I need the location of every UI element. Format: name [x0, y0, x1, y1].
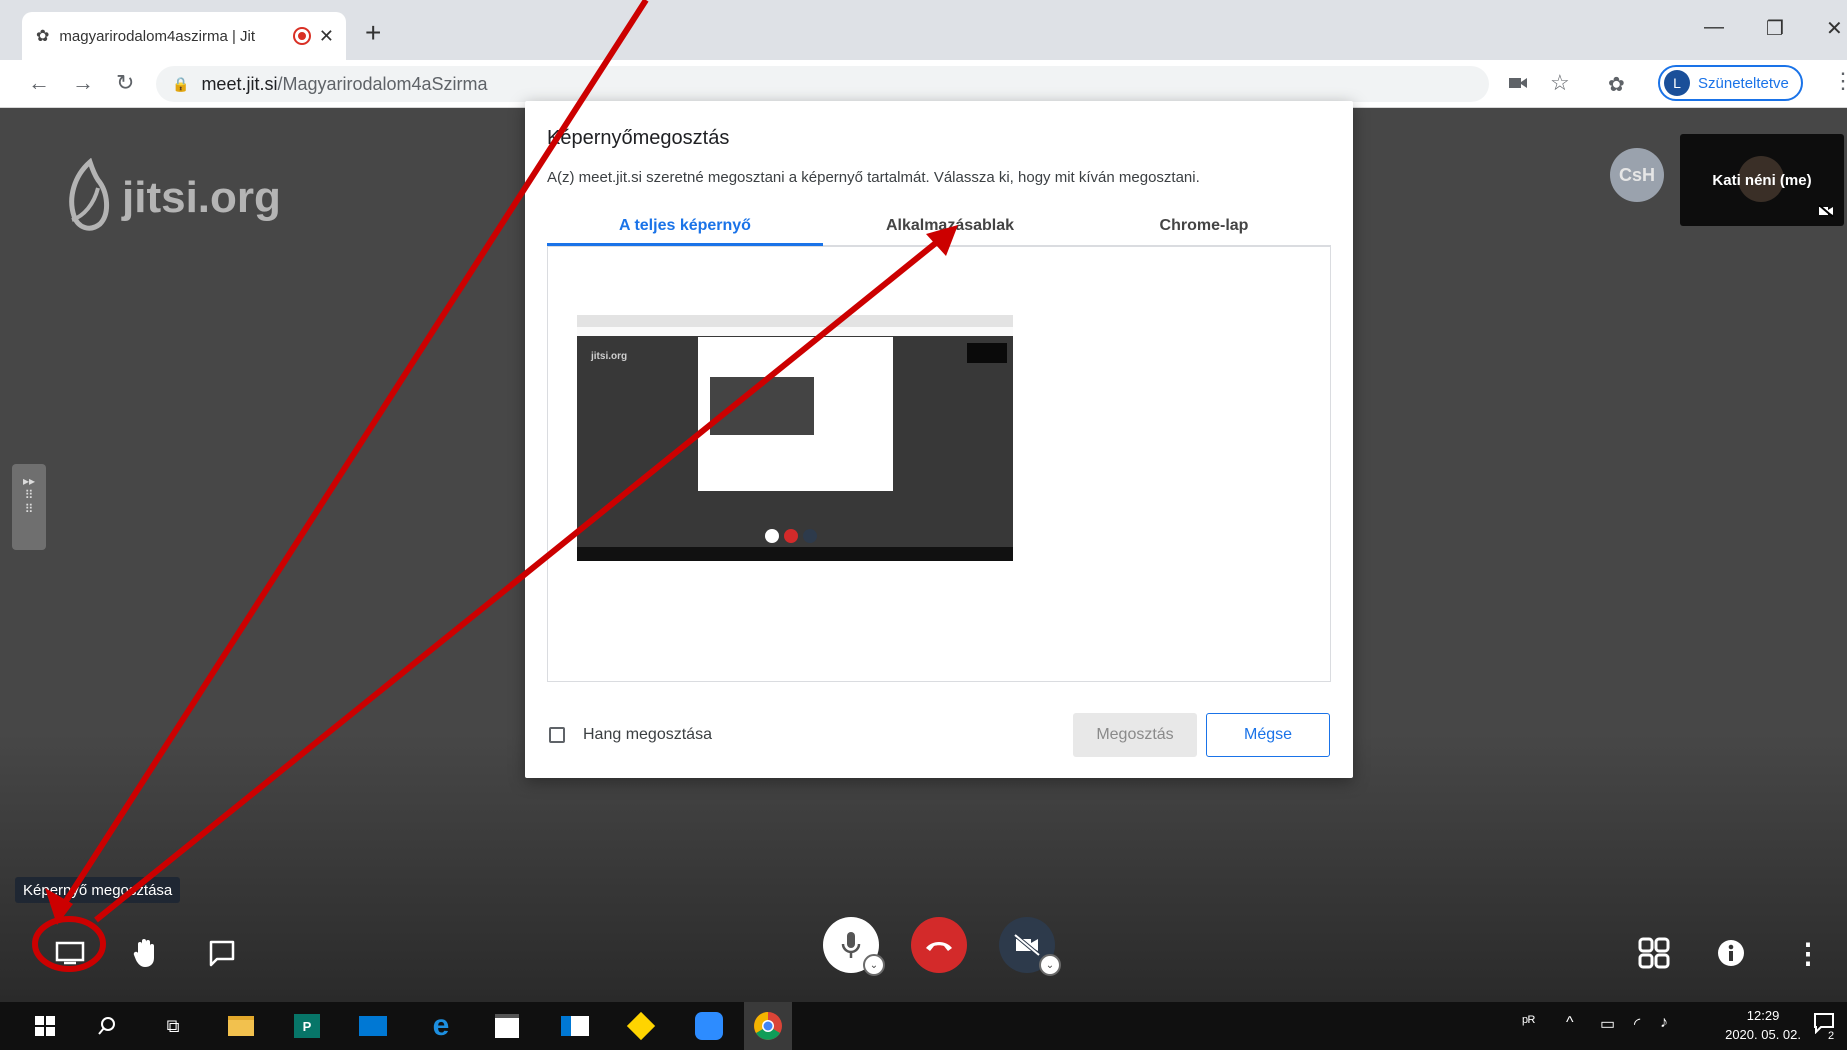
dialog-title: Képernyőmegosztás	[547, 127, 730, 149]
screen-share-dialog: Képernyőmegosztás A(z) meet.jit.si szere…	[525, 101, 1353, 778]
url-path: /Magyarirodalom4aSzirma	[277, 73, 488, 94]
cancel-button[interactable]: Mégse	[1206, 713, 1330, 757]
volume-icon[interactable]: ♪	[1660, 1014, 1668, 1032]
start-button[interactable]	[28, 1002, 62, 1050]
close-window-icon[interactable]: ✕	[1826, 16, 1843, 41]
notification-count: 2	[1828, 1030, 1835, 1042]
info-icon	[1718, 940, 1744, 966]
back-icon[interactable]: ←	[28, 68, 50, 98]
tab-title: magyarirodalom4aszirma | Jit	[59, 27, 256, 45]
task-view-icon[interactable]: ⧉	[156, 1002, 190, 1050]
browser-tab-strip: ✿ magyarirodalom4aszirma | Jit ✕ + — ❐ ✕	[0, 0, 1847, 60]
more-options-icon[interactable]: ⋮	[1784, 930, 1832, 976]
tile-view-button[interactable]	[1630, 930, 1678, 976]
filmstrip-toggle[interactable]: ▸▸ ⠿ ⠿	[12, 464, 46, 550]
screen-thumbnail[interactable]: jitsi.org	[577, 315, 1013, 561]
tab-application-window[interactable]: Alkalmazásablak	[823, 211, 1077, 247]
minimize-icon[interactable]: —	[1704, 16, 1724, 39]
share-audio-row[interactable]: Hang megosztása	[549, 726, 712, 744]
thumbnail-toolbar	[577, 327, 1013, 336]
thumbnail-taskbar	[577, 547, 1013, 561]
watermark-text: jitsi.org	[122, 173, 281, 222]
screenshare-button[interactable]	[46, 930, 94, 976]
diamond-app-icon[interactable]	[624, 1002, 658, 1050]
battery-icon[interactable]: ▭	[1600, 1014, 1615, 1034]
bookmark-star-icon[interactable]: ☆	[1550, 70, 1570, 96]
thumbnail-local-tile	[967, 343, 1007, 363]
microphone-button[interactable]: ⌄	[823, 917, 885, 976]
camera-in-use-icon[interactable]	[1508, 74, 1528, 97]
source-list: jitsi.org	[547, 246, 1331, 682]
file-explorer-icon[interactable]	[224, 1002, 258, 1050]
chrome-menu-icon[interactable]: ⋮	[1832, 68, 1847, 94]
publisher-icon[interactable]: P	[290, 1002, 324, 1050]
dialpad-icon: ⠿ ⠿	[24, 488, 34, 516]
thumbnail-nested-screen	[710, 377, 814, 435]
lock-icon: 🔒	[172, 75, 190, 92]
clock-time: 12:29	[1746, 1008, 1780, 1023]
chat-button[interactable]	[198, 930, 246, 976]
thumbnail-controls	[765, 529, 825, 543]
remote-participant-avatar[interactable]: CsH	[1610, 148, 1664, 202]
edge-icon[interactable]: e	[424, 1002, 458, 1050]
share-button[interactable]: Megosztás	[1073, 713, 1197, 757]
recording-indicator-icon	[294, 29, 309, 43]
jitsi-favicon-icon: ✿	[36, 28, 50, 45]
raise-hand-icon	[133, 939, 154, 967]
dialog-description: A(z) meet.jit.si szeretné megosztani a k…	[547, 169, 1200, 186]
store-icon[interactable]	[490, 1002, 524, 1050]
restore-icon[interactable]: ❐	[1766, 16, 1784, 41]
windows-taskbar: ⧉ P e ᵖᴿ ^ ▭ ◜ ♪ 12:29 2020. 05. 02. 2	[0, 1002, 1847, 1050]
screenshare-icon	[55, 941, 85, 965]
jitsi-logo-icon	[69, 158, 109, 231]
camera-button[interactable]: ⌄	[999, 917, 1061, 976]
browser-tab[interactable]: ✿ magyarirodalom4aszirma | Jit ✕	[22, 12, 346, 60]
screenshare-tooltip: Képernyő megosztása	[15, 877, 181, 903]
wifi-icon[interactable]: ◜	[1634, 1014, 1640, 1034]
profile-avatar: L	[1664, 70, 1690, 96]
camera-options-chevron-icon[interactable]: ⌄	[1039, 954, 1061, 976]
people-icon[interactable]: ᵖᴿ	[1522, 1014, 1535, 1032]
jitsi-watermark[interactable]: jitsi.org	[60, 158, 281, 238]
windows-logo-icon	[35, 1016, 55, 1036]
news-icon[interactable]	[558, 1002, 592, 1050]
share-audio-label: Hang megosztása	[583, 726, 712, 743]
reload-icon[interactable]: ↻	[116, 68, 134, 98]
address-bar[interactable]: 🔒 meet.jit.si/Magyarirodalom4aSzirma	[156, 66, 1489, 102]
new-tab-button[interactable]: +	[365, 18, 381, 48]
mic-options-chevron-icon[interactable]: ⌄	[863, 954, 885, 976]
tab-chrome-tab[interactable]: Chrome-lap	[1077, 211, 1331, 247]
close-tab-icon[interactable]: ✕	[319, 26, 334, 47]
chat-icon	[209, 940, 235, 967]
extension-icon[interactable]: ✿	[1608, 72, 1625, 97]
clock-date: 2020. 05. 02.	[1725, 1027, 1801, 1042]
video-muted-indicator-icon	[1818, 204, 1834, 220]
profile-label: Szüneteltetve	[1698, 74, 1789, 92]
thumbnail-logo: jitsi.org	[591, 351, 628, 362]
search-icon[interactable]	[90, 1002, 124, 1050]
local-display-name: Kati néni (me)	[1712, 172, 1812, 189]
expand-arrows-icon: ▸▸	[22, 474, 36, 488]
tile-view-icon	[1638, 937, 1670, 969]
chrome-taskbar-icon[interactable]	[744, 1002, 792, 1050]
thumbnail-tabstrip	[577, 315, 1013, 327]
share-audio-checkbox[interactable]	[549, 727, 565, 743]
camera-off-icon	[1013, 934, 1041, 956]
thumbnail-dialog	[698, 337, 893, 491]
hangup-button[interactable]	[911, 917, 967, 973]
tab-entire-screen[interactable]: A teljes képernyő	[547, 211, 823, 247]
zoom-icon[interactable]	[692, 1002, 726, 1050]
forward-icon[interactable]: →	[72, 68, 94, 98]
mail-icon[interactable]	[356, 1002, 390, 1050]
url-host: meet.jit.si	[201, 73, 278, 94]
profile-button[interactable]: L Szüneteltetve	[1658, 65, 1803, 101]
system-clock[interactable]: 12:29 2020. 05. 02.	[1725, 1006, 1801, 1044]
microphone-icon	[841, 932, 861, 958]
hangup-icon	[926, 942, 952, 951]
show-hidden-icons-chevron-icon[interactable]: ^	[1566, 1014, 1574, 1032]
info-button[interactable]	[1707, 930, 1755, 976]
raise-hand-button[interactable]	[122, 930, 170, 976]
local-video-tile[interactable]: Kati néni (me)	[1680, 134, 1844, 226]
